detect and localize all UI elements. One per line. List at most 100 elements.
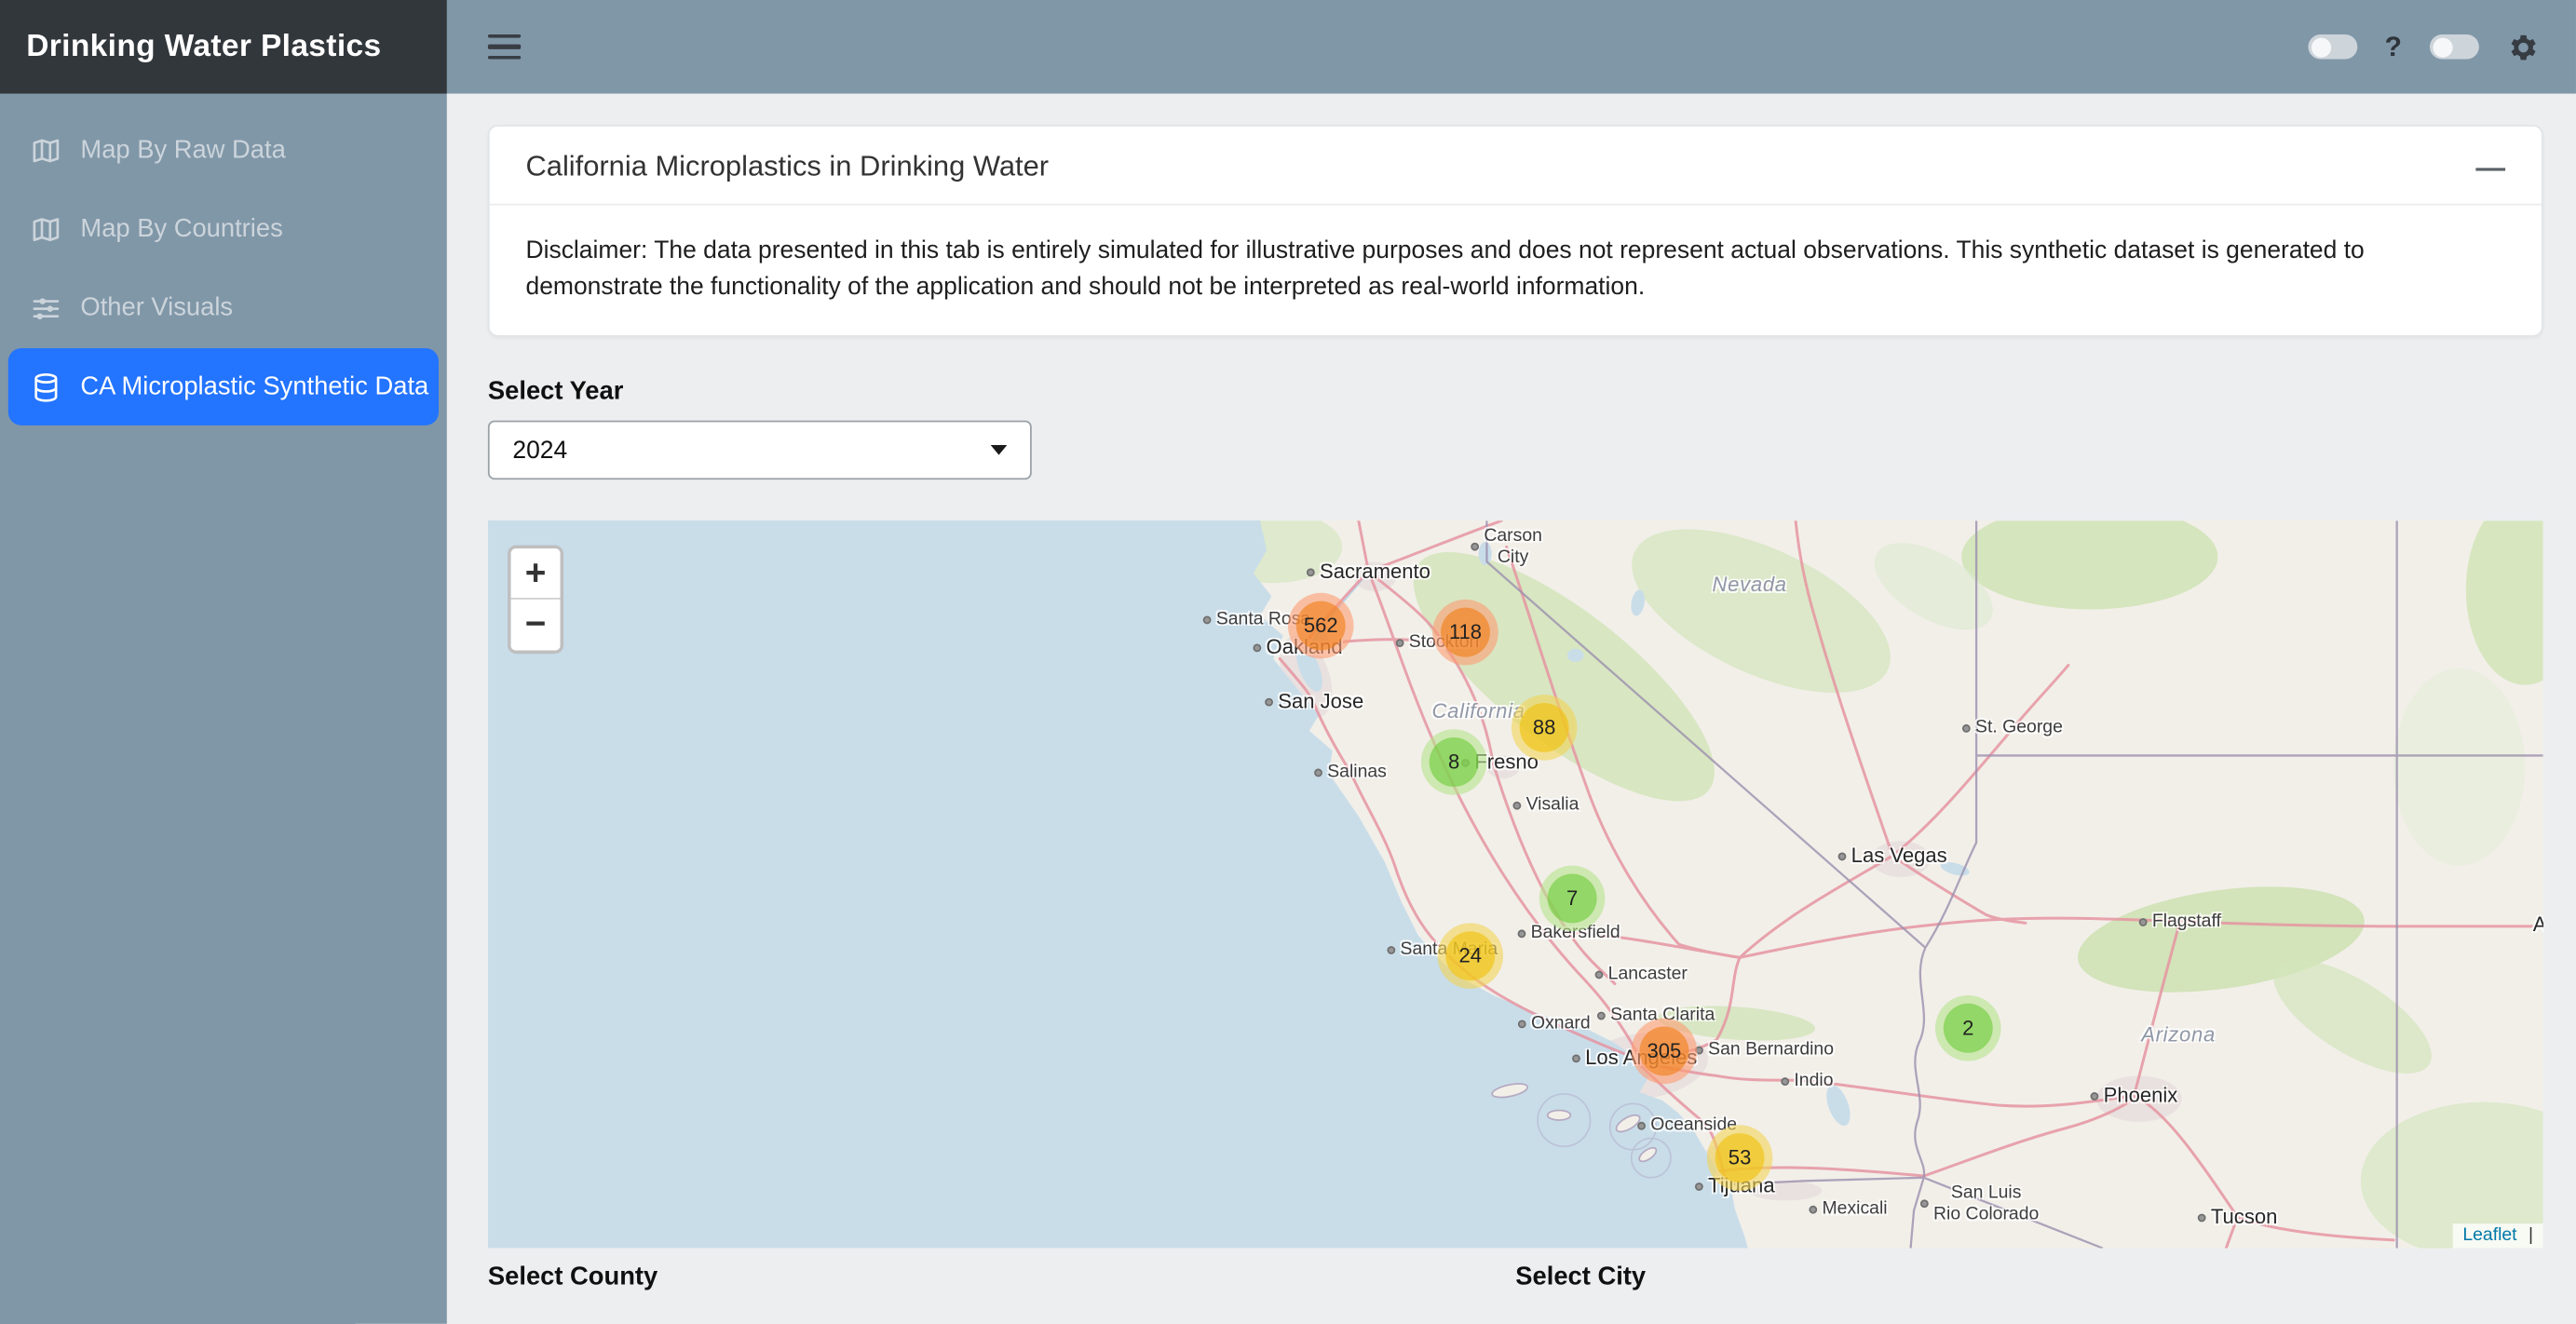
cluster-count: 8: [1448, 750, 1459, 774]
sidebar-item-other-visuals[interactable]: Other Visuals: [0, 269, 447, 348]
cluster-marker[interactable]: 8: [1421, 729, 1487, 795]
sidebar-item-map-by-countries[interactable]: Map By Countries: [0, 191, 447, 270]
sidebar-item-map-by-raw-data[interactable]: Map By Raw Data: [0, 112, 447, 191]
main-content: California Microplastics in Drinking Wat…: [447, 94, 2576, 1324]
map-icon: [30, 213, 62, 246]
cluster-marker[interactable]: 53: [1707, 1125, 1773, 1191]
cluster-marker[interactable]: 2: [1935, 995, 2001, 1061]
sidebar-item-label: CA Microplastic Synthetic Data: [80, 372, 428, 402]
cluster-count: 305: [1647, 1040, 1682, 1063]
city-dot: [1387, 945, 1395, 953]
cluster-marker[interactable]: 305: [1632, 1019, 1698, 1085]
map-place-label: San Bernardino: [1695, 1040, 1834, 1060]
city-dot: [1307, 567, 1315, 575]
city-dot: [1597, 1011, 1606, 1020]
map-place-label: Tucson: [2198, 1206, 2278, 1229]
collapse-card-button[interactable]: —: [2475, 152, 2505, 182]
map-place-label: Carson City: [1471, 526, 1542, 568]
toggle-switch-right[interactable]: [2430, 34, 2479, 59]
map-place-label: Nevada: [1713, 574, 1787, 597]
city-dot: [1253, 643, 1261, 652]
cluster-count: 88: [1533, 716, 1556, 739]
chevron-down-icon: [991, 445, 1008, 455]
city-dot: [1471, 543, 1479, 551]
cluster-marker[interactable]: 118: [1432, 600, 1498, 666]
map-place-label: Lancaster: [1595, 964, 1688, 983]
map-place-label: Phoenix: [2091, 1084, 2178, 1107]
city-dot: [1962, 723, 1971, 732]
info-card: California Microplastics in Drinking Wat…: [488, 125, 2543, 337]
city-dot: [1203, 615, 1212, 624]
hamburger-menu-icon[interactable]: [488, 34, 521, 60]
marker-layer: Carson CitySacramentoSanta RosaOaklandSt…: [488, 520, 2543, 1248]
map-place-label: San Jose: [1265, 690, 1363, 713]
map-place-label: California: [1431, 699, 1525, 723]
cluster-count: 53: [1729, 1146, 1752, 1169]
select-year-label: Select Year: [488, 378, 2543, 408]
city-dot: [1512, 801, 1521, 809]
map-place-label: Salinas: [1314, 762, 1387, 781]
disclaimer-text: Disclaimer: The data presented in this t…: [490, 206, 2542, 335]
map-place-label: Visalia: [1512, 795, 1579, 815]
sliders-icon: [30, 292, 62, 325]
map-place-label: Indio: [1781, 1071, 1833, 1090]
gear-icon[interactable]: [2507, 31, 2540, 63]
map-place-label: Arizona: [2141, 1023, 2216, 1047]
city-dot: [1314, 768, 1322, 777]
cluster-marker[interactable]: 7: [1539, 866, 1606, 932]
map-place-label: Flagstaff: [2139, 912, 2221, 931]
city-dot: [1838, 852, 1847, 860]
city-dot: [1595, 970, 1604, 979]
cluster-count: 24: [1459, 944, 1483, 967]
cluster-count: 2: [1962, 1017, 1973, 1040]
select-city-label: Select City: [1515, 1263, 2542, 1293]
map-place-label: Mexicali: [1809, 1199, 1887, 1219]
map-place-label: Las Vegas: [1838, 844, 1947, 868]
city-dot: [1518, 929, 1526, 938]
city-dot: [2139, 917, 2148, 925]
leaflet-map[interactable]: Carson CitySacramentoSanta RosaOaklandSt…: [488, 520, 2543, 1248]
map-place-label: Sacramento: [1307, 561, 1430, 584]
leaflet-link[interactable]: Leaflet: [2462, 1225, 2516, 1245]
map-icon: [30, 135, 62, 168]
map-place-label: Oxnard: [1518, 1013, 1591, 1033]
city-dot: [1396, 638, 1404, 646]
sidebar-item-label: Map By Countries: [80, 215, 282, 245]
city-dot: [1920, 1200, 1929, 1209]
help-button[interactable]: ?: [2385, 31, 2402, 63]
zoom-control: + −: [508, 546, 563, 654]
city-dot: [2198, 1213, 2206, 1222]
cluster-marker[interactable]: 562: [1288, 593, 1354, 659]
year-dropdown-value: 2024: [512, 436, 567, 464]
toggle-switch-left[interactable]: [2308, 34, 2357, 59]
map-place-label: San Luis Rio Colorado: [1920, 1183, 2039, 1225]
map-place-label: A: [2533, 913, 2543, 937]
card-title: California Microplastics in Drinking Wat…: [525, 150, 1049, 184]
map-place-label: St. George: [1962, 718, 2063, 737]
zoom-out-button[interactable]: −: [511, 600, 561, 651]
sidebar-nav: Map By Raw Data Map By Countries Other Vis…: [0, 94, 447, 426]
cluster-count: 562: [1304, 615, 1338, 638]
map-attribution: Leaflet |: [2453, 1223, 2543, 1248]
city-dot: [1265, 697, 1273, 706]
database-icon: [30, 371, 62, 403]
city-dot: [1572, 1054, 1580, 1062]
attribution-divider: |: [2529, 1225, 2533, 1245]
city-dot: [1695, 1182, 1703, 1190]
cluster-count: 7: [1566, 887, 1578, 911]
sidebar: Drinking Water Plastics Map By Raw DataM…: [0, 0, 447, 1324]
sidebar-item-label: Other Visuals: [80, 294, 233, 324]
sidebar-item-label: Map By Raw Data: [80, 136, 285, 166]
city-dot: [1518, 1020, 1526, 1028]
zoom-in-button[interactable]: +: [511, 548, 561, 600]
city-dot: [1809, 1205, 1817, 1213]
cluster-marker[interactable]: 24: [1438, 923, 1504, 989]
select-county-label: Select County: [488, 1263, 1515, 1293]
city-dot: [2091, 1091, 2099, 1100]
year-dropdown[interactable]: 2024: [488, 421, 1032, 480]
cluster-marker[interactable]: 88: [1512, 695, 1578, 761]
city-dot: [1637, 1121, 1646, 1129]
app-title: Drinking Water Plastics: [0, 0, 447, 94]
sidebar-item-ca-microplastic-synthetic-data[interactable]: CA Microplastic Synthetic Data: [8, 348, 439, 426]
city-dot: [1781, 1076, 1789, 1085]
